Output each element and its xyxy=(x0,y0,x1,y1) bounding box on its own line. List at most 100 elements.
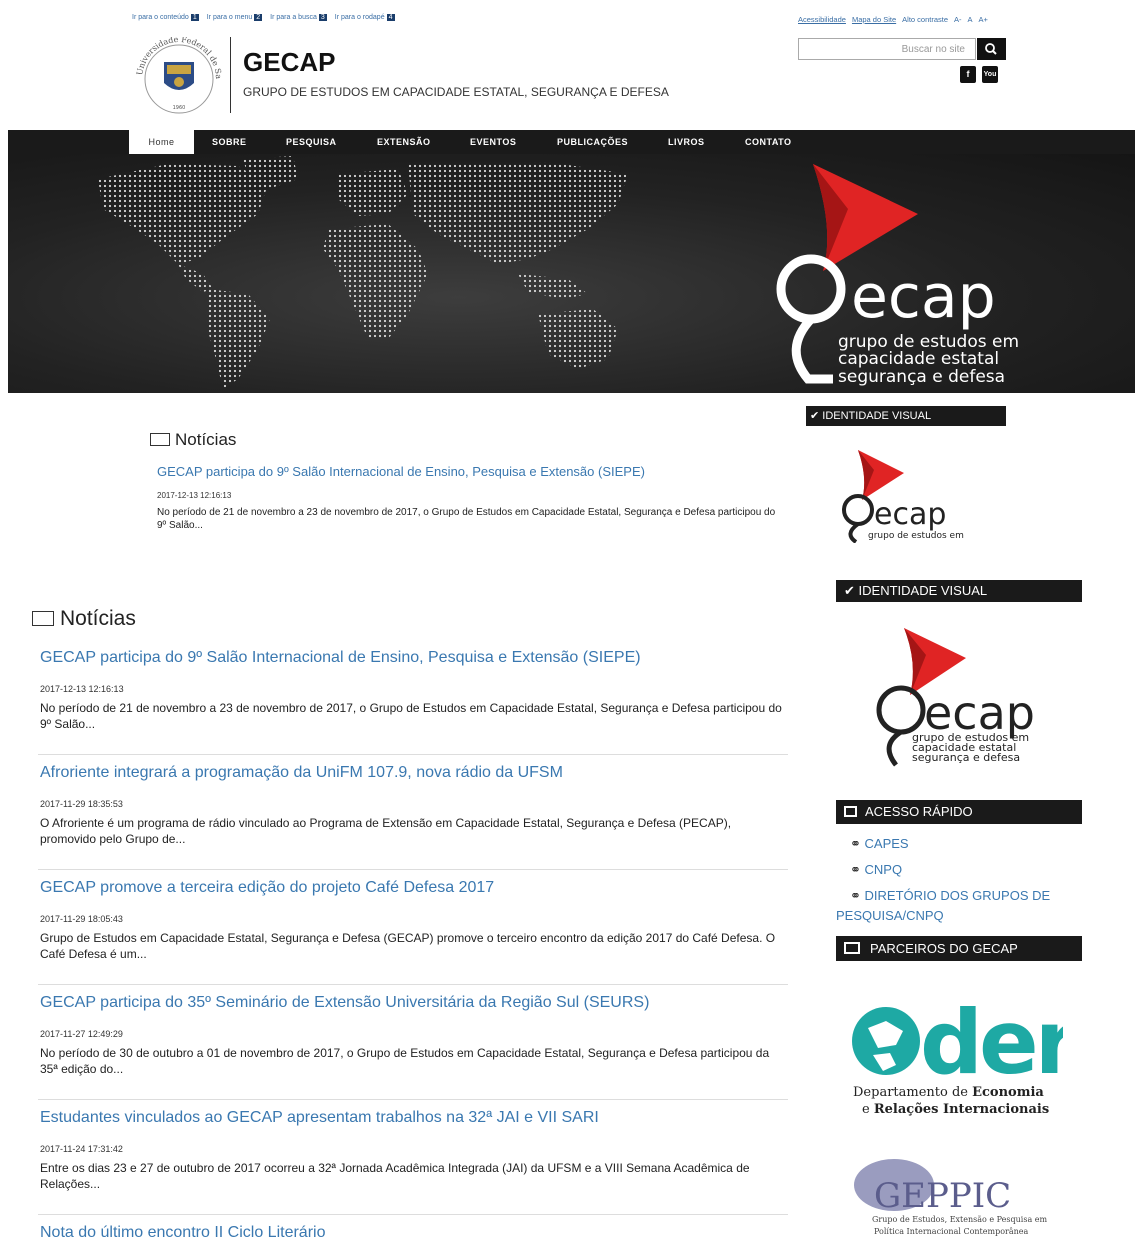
skip-label: Ir para o conteúdo xyxy=(132,14,189,21)
quick-link-label: CAPES xyxy=(864,836,909,851)
accessibility-link[interactable]: Acessibilidade xyxy=(798,15,846,24)
nav-publicacoes[interactable]: PUBLICAÇÕES xyxy=(557,130,628,154)
external-link-icon xyxy=(844,806,857,817)
high-contrast-link[interactable]: Alto contraste xyxy=(902,15,948,24)
geppic-word: GEPPIC xyxy=(874,1176,1011,1216)
font-decrease-link[interactable]: A- xyxy=(954,15,962,24)
seal-year: 1960 xyxy=(173,105,186,111)
geppic-partner-logo[interactable]: GEPPIC Grupo de Estudos, Extensão e Pesq… xyxy=(844,1155,1069,1241)
skip-label: Ir para a busca xyxy=(270,14,317,21)
link-icon: ⚭ xyxy=(850,862,861,877)
facebook-icon[interactable]: f xyxy=(960,66,976,83)
news-item-title-link[interactable]: Nota do último encontro II Ciclo Literár… xyxy=(40,1224,325,1242)
banner-tagline-2: capacidade estatal xyxy=(838,349,999,369)
font-normal-link[interactable]: A xyxy=(968,15,973,24)
nav-eventos[interactable]: EVENTOS xyxy=(470,130,516,154)
link-icon: ⚭ xyxy=(850,888,861,903)
small-news-title-link[interactable]: GECAP participa do 9º Salão Internaciona… xyxy=(157,464,645,479)
link-icon: ⚭ xyxy=(850,836,861,851)
nav-livros[interactable]: LIVROS xyxy=(668,130,705,154)
skip-key: 3 xyxy=(318,14,327,21)
skip-to-content-link[interactable]: Ir para o conteúdo 1 xyxy=(132,14,199,21)
small-news-heading: Notícias xyxy=(150,430,236,450)
skip-to-footer-link[interactable]: Ir para o rodapé 4 xyxy=(335,14,395,21)
skip-key: 2 xyxy=(254,14,263,21)
news-item-title-link[interactable]: Afroriente integrará a programação da Un… xyxy=(40,764,563,782)
skip-to-search-link[interactable]: Ir para a busca 3 xyxy=(270,14,327,21)
news-item-excerpt: No período de 30 de outubro a 01 de nove… xyxy=(40,1046,770,1076)
quick-link-diretorio-cont[interactable]: PESQUISA/CNPQ xyxy=(836,908,944,923)
newspaper-icon xyxy=(32,611,54,626)
news-item-date: 2017-11-27 12:49:29 xyxy=(40,1029,123,1039)
quick-link-label: DIRETÓRIO DOS GRUPOS DE xyxy=(864,888,1051,903)
widget-title: PARCEIROS DO GECAP xyxy=(870,941,1018,956)
news-heading-text: Notícias xyxy=(60,607,136,630)
skip-key: 4 xyxy=(386,14,395,21)
skip-to-menu-link[interactable]: Ir para o menu 2 xyxy=(207,14,263,21)
brush-icon: ✔ xyxy=(844,583,855,598)
widget-identidade-header: ✔ IDENTIDADE VISUAL xyxy=(836,580,1082,602)
small-logo-word: ecap xyxy=(874,497,946,532)
quick-link-label: CNPQ xyxy=(864,862,903,877)
newspaper-icon xyxy=(150,433,170,446)
search-input[interactable]: Buscar no site xyxy=(798,38,976,60)
logo-tag-3: segurança e defesa xyxy=(912,751,1020,764)
quick-link-cnpq[interactable]: ⚭ CNPQ xyxy=(850,862,902,878)
gecap-logo[interactable]: ecap grupo de estudos em capacidade esta… xyxy=(866,625,1051,770)
skip-links: Ir para o conteúdo 1 Ir para o menu 2 Ir p… xyxy=(132,14,395,21)
header-divider xyxy=(230,37,231,113)
skip-key: 1 xyxy=(190,14,199,21)
accessibility-tools: Acessibilidade Mapa do Site Alto contras… xyxy=(798,15,988,24)
geppic-line-2: Política Internacional Contemporânea xyxy=(874,1227,1028,1236)
site-subtitle: GRUPO DE ESTUDOS EM CAPACIDADE ESTATAL, … xyxy=(243,85,669,99)
widget-identidade-small-header: ✔ IDENTIDADE VISUAL xyxy=(806,406,1006,426)
news-item-date: 2017-12-13 12:16:13 xyxy=(40,684,124,694)
news-divider xyxy=(38,754,788,755)
brush-icon: ✔ xyxy=(810,410,820,422)
news-heading: Notícias xyxy=(32,607,136,631)
news-item-excerpt: Grupo de Estudos em Capacidade Estatal, … xyxy=(40,931,776,961)
deri-partner-logo[interactable]: deri Departamento de Economia e Relações… xyxy=(848,983,1063,1118)
news-item-title-link[interactable]: GECAP participa do 9º Salão Internaciona… xyxy=(40,649,641,667)
nav-home[interactable]: Home xyxy=(129,130,194,154)
ufsm-seal-logo[interactable]: Universidade Federal de Santa Maria 1960 xyxy=(130,30,224,115)
geppic-line-1: Grupo de Estudos, Extensão e Pesquisa em xyxy=(872,1215,1048,1224)
quick-link-diretorio[interactable]: ⚭ DIRETÓRIO DOS GRUPOS DE xyxy=(850,888,1050,904)
widget-acesso-header: ACESSO RÁPIDO xyxy=(836,800,1082,824)
quick-link-capes[interactable]: ⚭ CAPES xyxy=(850,836,909,852)
banner-tagline-3: segurança e defesa xyxy=(838,367,1005,387)
nav-sobre[interactable]: SOBRE xyxy=(212,130,247,154)
svg-text:e Relações Internacionais: e Relações Internacionais xyxy=(862,1102,1049,1117)
widget-parceiros-header: PARCEIROS DO GECAP xyxy=(836,936,1082,961)
news-item-title-link[interactable]: GECAP participa do 35º Seminário de Exte… xyxy=(40,994,649,1012)
widget-title: IDENTIDADE VISUAL xyxy=(822,410,932,422)
news-item-excerpt: No período de 21 de novembro a 23 de nov… xyxy=(40,701,782,731)
small-logo-tag: grupo de estudos em xyxy=(868,531,964,541)
nav-pesquisa[interactable]: PESQUISA xyxy=(286,130,337,154)
youtube-icon[interactable]: You xyxy=(982,66,998,83)
nav-extensao[interactable]: EXTENSÃO xyxy=(377,130,431,154)
small-news-heading-text: Notícias xyxy=(175,430,237,449)
hero-banner: ecap grupo de estudos em capacidade esta… xyxy=(8,154,1135,393)
deri-line-2b: Relações Internacionais xyxy=(874,1102,1049,1117)
widget-title: ACESSO RÁPIDO xyxy=(865,804,973,819)
news-item-title-link[interactable]: Estudantes vinculados ao GECAP apresenta… xyxy=(40,1109,599,1127)
small-news-date: 2017-12-13 12:16:13 xyxy=(157,491,232,500)
widget-title: IDENTIDADE VISUAL xyxy=(858,583,988,598)
nav-contato[interactable]: CONTATO xyxy=(745,130,792,154)
news-divider xyxy=(38,1214,788,1215)
gecap-logo-small[interactable]: ecap grupo de estudos em xyxy=(836,448,981,543)
deri-line-2: e xyxy=(862,1102,870,1117)
deri-line-1: Departamento de xyxy=(853,1085,968,1100)
sitemap-link[interactable]: Mapa do Site xyxy=(852,15,896,24)
search-button[interactable] xyxy=(977,38,1006,60)
deri-line-1b: Economia xyxy=(972,1085,1044,1100)
deri-word: deri xyxy=(920,991,1063,1094)
news-item-title-link[interactable]: GECAP promove a terceira edição do proje… xyxy=(40,879,494,897)
banner-logo-word: ecap xyxy=(851,262,996,332)
font-increase-link[interactable]: A+ xyxy=(979,15,988,24)
social-links: f You xyxy=(960,66,998,83)
news-item-excerpt: O Afroriente é um programa de rádio vinc… xyxy=(40,816,732,846)
site-title[interactable]: GECAP xyxy=(243,47,335,78)
image-icon xyxy=(844,942,860,954)
